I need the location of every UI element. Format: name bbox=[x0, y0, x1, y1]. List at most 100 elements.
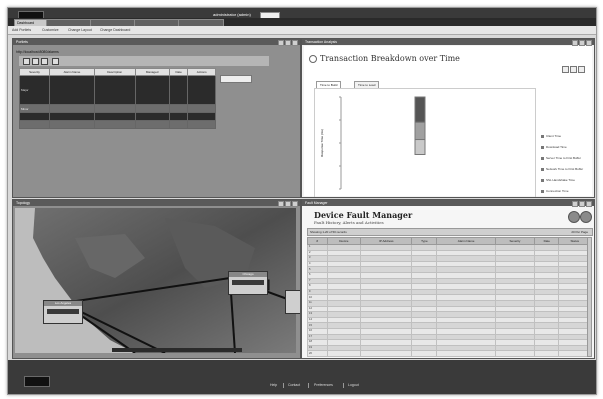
legend-swatch bbox=[541, 189, 544, 193]
map-scrollbar[interactable] bbox=[112, 348, 242, 352]
maximize-icon[interactable] bbox=[285, 201, 291, 207]
legend-item[interactable]: Download Time bbox=[541, 145, 567, 149]
legend-swatch bbox=[541, 145, 544, 149]
contact-link[interactable]: Contact bbox=[288, 383, 300, 388]
cell bbox=[187, 112, 216, 121]
cell bbox=[93, 120, 136, 129]
table-row[interactable] bbox=[18, 120, 216, 129]
chart-heading: Transaction Breakdown over Time bbox=[320, 54, 460, 63]
panel-title-text: Portlets bbox=[16, 40, 28, 44]
help-link[interactable]: Help bbox=[270, 383, 277, 388]
maximize-icon[interactable] bbox=[579, 201, 585, 207]
legend-label: Connection Time bbox=[546, 189, 569, 193]
close-icon[interactable] bbox=[292, 40, 298, 46]
minimize-icon[interactable] bbox=[572, 201, 578, 207]
settings-icon[interactable] bbox=[578, 66, 585, 73]
legend-item[interactable]: Client Time bbox=[541, 134, 561, 138]
filter-icon[interactable] bbox=[32, 58, 39, 65]
records-bar: Showing 1-20 of 50 records 20 Per Page bbox=[307, 228, 593, 236]
panel-title: Topology bbox=[13, 200, 300, 207]
panel-title-text: Fault Manager bbox=[305, 201, 328, 205]
col-header[interactable]: Severity bbox=[494, 237, 536, 245]
minimize-icon[interactable] bbox=[278, 201, 284, 207]
node-meter bbox=[47, 309, 79, 314]
maximize-icon[interactable] bbox=[285, 40, 291, 46]
export-icon[interactable] bbox=[570, 66, 577, 73]
cell bbox=[134, 112, 170, 121]
panel-title: Portlets bbox=[13, 39, 300, 46]
node-box-chicago[interactable]: Chicago bbox=[228, 271, 268, 295]
legend-item[interactable]: SSL Handshake Time bbox=[541, 178, 575, 182]
cell bbox=[534, 350, 560, 357]
cell bbox=[558, 350, 591, 357]
top-header: administrator (admin) Dashboard bbox=[8, 8, 596, 27]
cell: Major bbox=[18, 75, 51, 105]
col-header[interactable]: Alarm Name bbox=[49, 68, 95, 76]
alarm-list-panel: Portlets http://localhost:8080/alarms Se… bbox=[12, 38, 301, 198]
legend-label: Client Time bbox=[546, 134, 562, 138]
cell bbox=[187, 104, 216, 113]
app-window: administrator (admin) Dashboard Add Port… bbox=[7, 7, 597, 395]
cell bbox=[360, 350, 413, 357]
col-header[interactable]: Description bbox=[93, 68, 136, 76]
col-header[interactable]: Date bbox=[168, 68, 189, 76]
bar-segment[interactable] bbox=[414, 96, 426, 123]
col-header[interactable]: Date bbox=[534, 237, 560, 245]
back-icon[interactable] bbox=[309, 55, 317, 63]
cell bbox=[411, 350, 438, 357]
col-header[interactable]: Type bbox=[411, 237, 438, 245]
col-header[interactable]: Actions bbox=[187, 68, 216, 76]
col-header[interactable]: Severity bbox=[18, 68, 51, 76]
cell bbox=[168, 120, 189, 129]
customize-link[interactable]: Customize bbox=[42, 27, 59, 33]
legend-item[interactable]: Network Time to First Buffer bbox=[541, 167, 583, 171]
cell bbox=[187, 120, 216, 129]
logout-link[interactable]: Logout bbox=[348, 383, 359, 388]
change-layout-link[interactable]: Change Layout bbox=[68, 27, 92, 33]
node-box-la[interactable]: Los Angeles bbox=[43, 300, 83, 324]
refresh-icon[interactable] bbox=[23, 58, 30, 65]
close-icon[interactable] bbox=[292, 201, 298, 207]
cell bbox=[436, 350, 496, 357]
bar-segment[interactable] bbox=[414, 139, 426, 155]
col-header[interactable]: Device bbox=[326, 237, 362, 245]
table-row[interactable]: Major bbox=[18, 75, 216, 105]
list-toolbar bbox=[19, 56, 269, 83]
close-icon[interactable] bbox=[586, 201, 592, 207]
breakdown-chart: Response Time (ms) bbox=[314, 88, 536, 197]
cell bbox=[49, 120, 95, 129]
next-icon[interactable] bbox=[580, 211, 592, 223]
legend-item[interactable]: Server Time to First Buffer bbox=[541, 156, 581, 160]
col-header[interactable]: Alarm Name bbox=[436, 237, 496, 245]
table-row[interactable]: Minor bbox=[18, 104, 216, 113]
legend-item[interactable]: Connection Time bbox=[541, 189, 569, 193]
col-header[interactable]: Managed bbox=[134, 68, 170, 76]
settings-icon[interactable] bbox=[52, 58, 59, 65]
export-icon[interactable] bbox=[41, 58, 48, 65]
node-box-east[interactable] bbox=[285, 290, 300, 314]
change-dashboard-link[interactable]: Change Dashboard bbox=[100, 27, 130, 33]
col-header[interactable]: Status bbox=[558, 237, 591, 245]
print-icon[interactable] bbox=[562, 66, 569, 73]
table-row[interactable] bbox=[18, 112, 216, 121]
legend-label: SSL Handshake Time bbox=[546, 178, 575, 182]
panel-title: Transaction Analysis bbox=[302, 39, 594, 46]
bar-segment[interactable] bbox=[414, 121, 426, 141]
minimize-icon[interactable] bbox=[278, 40, 284, 46]
table-row[interactable]: 20 bbox=[307, 350, 591, 357]
cell bbox=[93, 112, 136, 121]
cell bbox=[168, 75, 189, 105]
fault-table: # Device IP Address Type Alarm Name Seve… bbox=[307, 237, 591, 357]
previous-icon[interactable] bbox=[568, 211, 580, 223]
preferences-link[interactable]: Preferences bbox=[314, 383, 333, 388]
col-header[interactable]: # bbox=[307, 237, 328, 245]
cell bbox=[93, 75, 136, 105]
node-meter bbox=[232, 280, 264, 285]
per-page-select[interactable]: 20 Per Page bbox=[571, 229, 588, 235]
pager[interactable] bbox=[220, 75, 252, 83]
vertical-scrollbar[interactable] bbox=[587, 237, 592, 357]
cell bbox=[49, 112, 95, 121]
add-portlets-link[interactable]: Add Portlets bbox=[12, 27, 31, 33]
separator bbox=[283, 383, 284, 388]
col-header[interactable]: IP Address bbox=[360, 237, 413, 245]
